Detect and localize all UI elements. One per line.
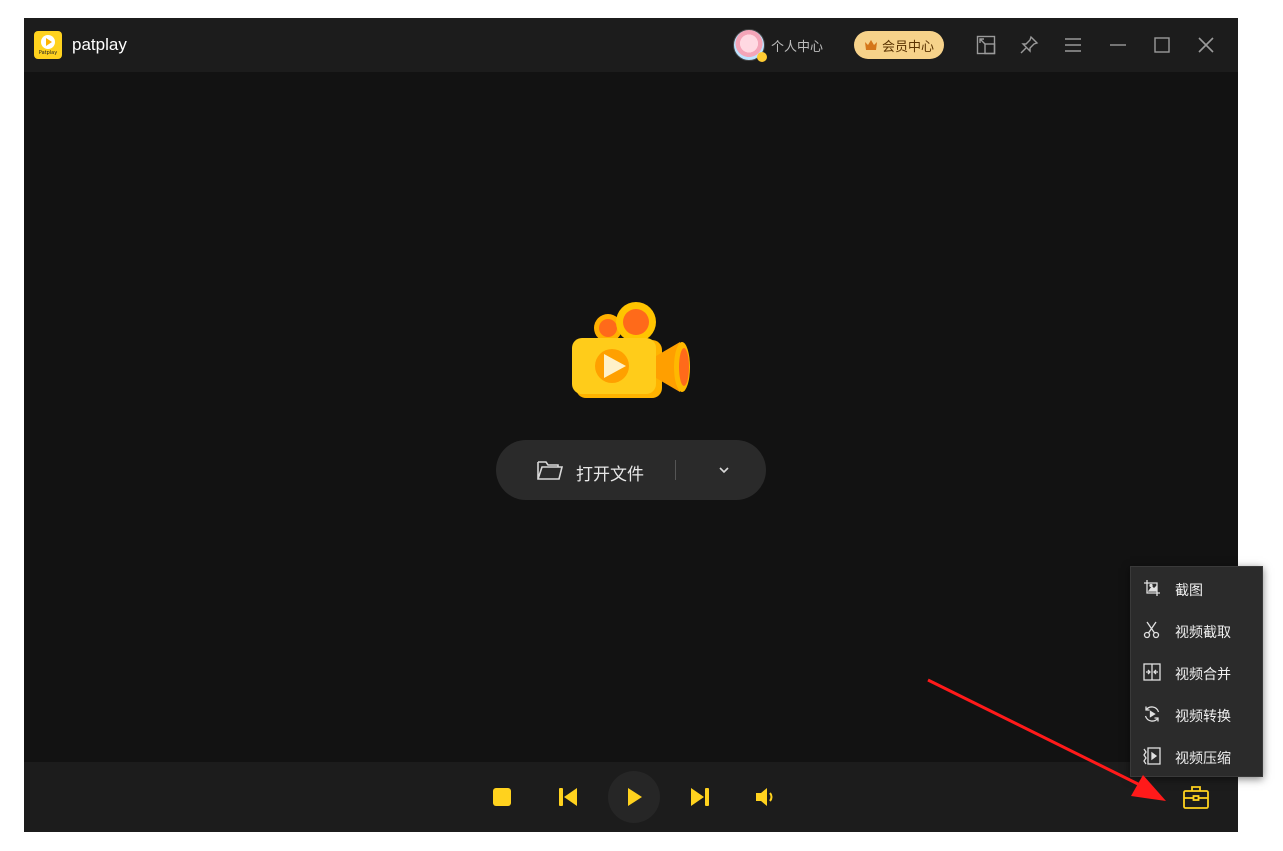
minimize-icon[interactable] xyxy=(1106,33,1130,57)
menu-icon[interactable] xyxy=(1061,33,1085,57)
volume-icon[interactable] xyxy=(751,782,781,812)
compress-icon xyxy=(1143,747,1161,765)
pin-icon[interactable] xyxy=(1017,33,1041,57)
menu-item-video-convert[interactable]: 视频转换 xyxy=(1131,693,1264,735)
next-icon[interactable] xyxy=(685,782,715,812)
title-bar: Patplay patplay 个人中心 会员中心 xyxy=(24,18,1238,72)
video-stage[interactable]: 打开文件 xyxy=(24,72,1238,762)
open-file-label: 打开文件 xyxy=(576,465,644,484)
merge-icon xyxy=(1143,663,1161,681)
menu-item-video-cut[interactable]: 视频截取 xyxy=(1131,609,1264,651)
tools-menu: 截图 视频截取 视频合并 视频转换 视频压缩 xyxy=(1130,566,1263,777)
video-camera-icon xyxy=(568,298,694,402)
vip-center-button[interactable]: 会员中心 xyxy=(854,31,945,59)
stop-icon[interactable] xyxy=(487,782,517,812)
menu-item-label: 视频转换 xyxy=(1175,708,1231,724)
menu-item-video-merge[interactable]: 视频合并 xyxy=(1131,651,1264,693)
user-center-label: 个人中心 xyxy=(771,38,824,54)
mini-mode-icon[interactable] xyxy=(974,33,998,57)
app-title: patplay xyxy=(72,35,127,54)
folder-icon xyxy=(536,458,564,482)
menu-item-label: 视频合并 xyxy=(1175,666,1231,682)
previous-icon[interactable] xyxy=(553,782,583,812)
toolbox-icon[interactable] xyxy=(1182,784,1210,810)
app-window: Patplay patplay 个人中心 会员中心 打开文件 截图 视频截取 视… xyxy=(24,18,1263,832)
maximize-icon[interactable] xyxy=(1150,33,1174,57)
close-icon[interactable] xyxy=(1194,33,1218,57)
app-logo-icon: Patplay xyxy=(34,31,62,59)
open-file-button[interactable]: 打开文件 xyxy=(496,440,766,500)
play-icon xyxy=(628,788,642,806)
menu-item-label: 截图 xyxy=(1175,582,1203,598)
divider xyxy=(675,460,676,480)
play-button[interactable] xyxy=(608,771,660,823)
screenshot-icon xyxy=(1143,579,1161,597)
chevron-down-icon[interactable] xyxy=(716,462,732,478)
vip-center-label: 会员中心 xyxy=(882,38,935,54)
control-bar xyxy=(24,762,1238,832)
menu-item-label: 视频截取 xyxy=(1175,624,1231,640)
menu-item-screenshot[interactable]: 截图 xyxy=(1131,567,1264,609)
scissors-icon xyxy=(1143,621,1161,639)
user-center-button[interactable]: 个人中心 xyxy=(733,29,824,62)
avatar[interactable] xyxy=(733,29,767,62)
menu-item-video-compress[interactable]: 视频压缩 xyxy=(1131,735,1264,777)
convert-icon xyxy=(1143,705,1161,723)
crown-icon xyxy=(864,39,878,51)
menu-item-label: 视频压缩 xyxy=(1175,750,1231,766)
